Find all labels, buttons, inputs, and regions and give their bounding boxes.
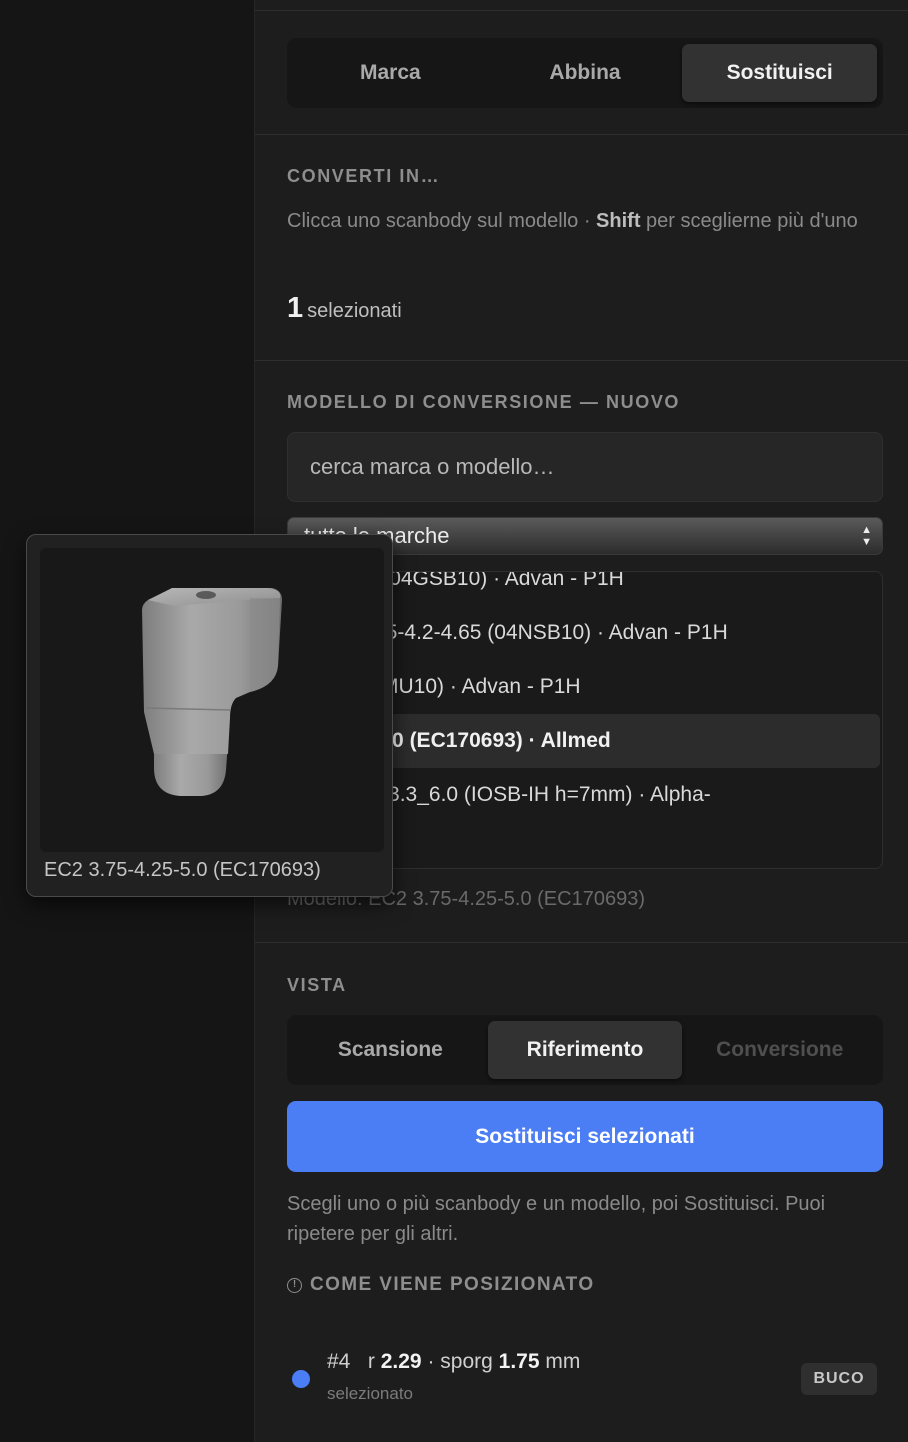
replace-help-text: Scegli uno o più scanbody e un modello, … bbox=[287, 1193, 826, 1245]
selected-count-number: 1 bbox=[287, 292, 304, 324]
mode-tabs: Marca Abbina Sostituisci bbox=[287, 38, 883, 108]
select-arrows-icon: ▲ ▼ bbox=[861, 524, 872, 548]
view-section-title: VISTA bbox=[287, 975, 347, 995]
model-preview-image bbox=[40, 548, 384, 852]
info-icon: ! bbox=[287, 1277, 302, 1293]
status-badge: BUCO bbox=[801, 1363, 877, 1395]
tab-conversione[interactable]: Conversione bbox=[682, 1021, 877, 1079]
divider bbox=[255, 134, 908, 135]
convert-hint: Clicca uno scanbody sul modello · Shift … bbox=[287, 206, 877, 236]
model-preview-popover: EC2 3.75-4.25-5.0 (EC170693) bbox=[26, 534, 393, 897]
radius-label: r bbox=[367, 1350, 375, 1373]
hint-shift: Shift bbox=[596, 210, 641, 232]
selection-dot-icon bbox=[292, 1370, 310, 1388]
overhang-label: · sporg bbox=[427, 1350, 493, 1373]
tab-sostituisci[interactable]: Sostituisci bbox=[682, 44, 878, 102]
convert-section-title: CONVERTI IN… bbox=[287, 166, 441, 186]
divider bbox=[255, 360, 908, 361]
scanbody-status: selezionato bbox=[327, 1384, 414, 1403]
hint-text: per sceglierne più d'uno bbox=[640, 210, 858, 232]
tab-abbina[interactable]: Abbina bbox=[488, 44, 683, 102]
selected-count: 1 selezionati bbox=[287, 292, 402, 325]
hint-text: Clicca uno scanbody sul modello · bbox=[287, 210, 597, 232]
divider bbox=[255, 942, 908, 943]
scanbody-item[interactable]: #4 r 2.29 · sporg 1.75 mm selezionato BU… bbox=[287, 1344, 883, 1410]
model-section-title: MODELLO DI CONVERSIONE — NUOVO bbox=[287, 392, 681, 412]
scanbody-info: #4 r 2.29 · sporg 1.75 mm bbox=[327, 1350, 580, 1374]
scanbody-3d-icon bbox=[142, 588, 282, 796]
tab-riferimento[interactable]: Riferimento bbox=[487, 1021, 683, 1079]
scanbody-id: #4 bbox=[327, 1350, 351, 1373]
view-tabs: Scansione Riferimento Conversione bbox=[287, 1015, 883, 1085]
divider bbox=[255, 10, 908, 11]
selected-count-label: selezionati bbox=[307, 300, 402, 322]
replace-selected-button[interactable]: Sostituisci selezionati bbox=[287, 1101, 883, 1172]
placement-section-title[interactable]: ! COME VIENE POSIZIONATO bbox=[287, 1274, 595, 1296]
placement-title-text: COME VIENE POSIZIONATO bbox=[310, 1274, 595, 1295]
unit-label: mm bbox=[545, 1350, 581, 1373]
overhang-value: 1.75 bbox=[498, 1350, 540, 1373]
tab-scansione[interactable]: Scansione bbox=[293, 1021, 488, 1079]
radius-value: 2.29 bbox=[380, 1350, 422, 1373]
preview-caption: EC2 3.75-4.25-5.0 (EC170693) bbox=[44, 859, 321, 881]
tab-marca[interactable]: Marca bbox=[293, 44, 488, 102]
model-search-input[interactable]: cerca marca o modello… bbox=[287, 432, 883, 502]
